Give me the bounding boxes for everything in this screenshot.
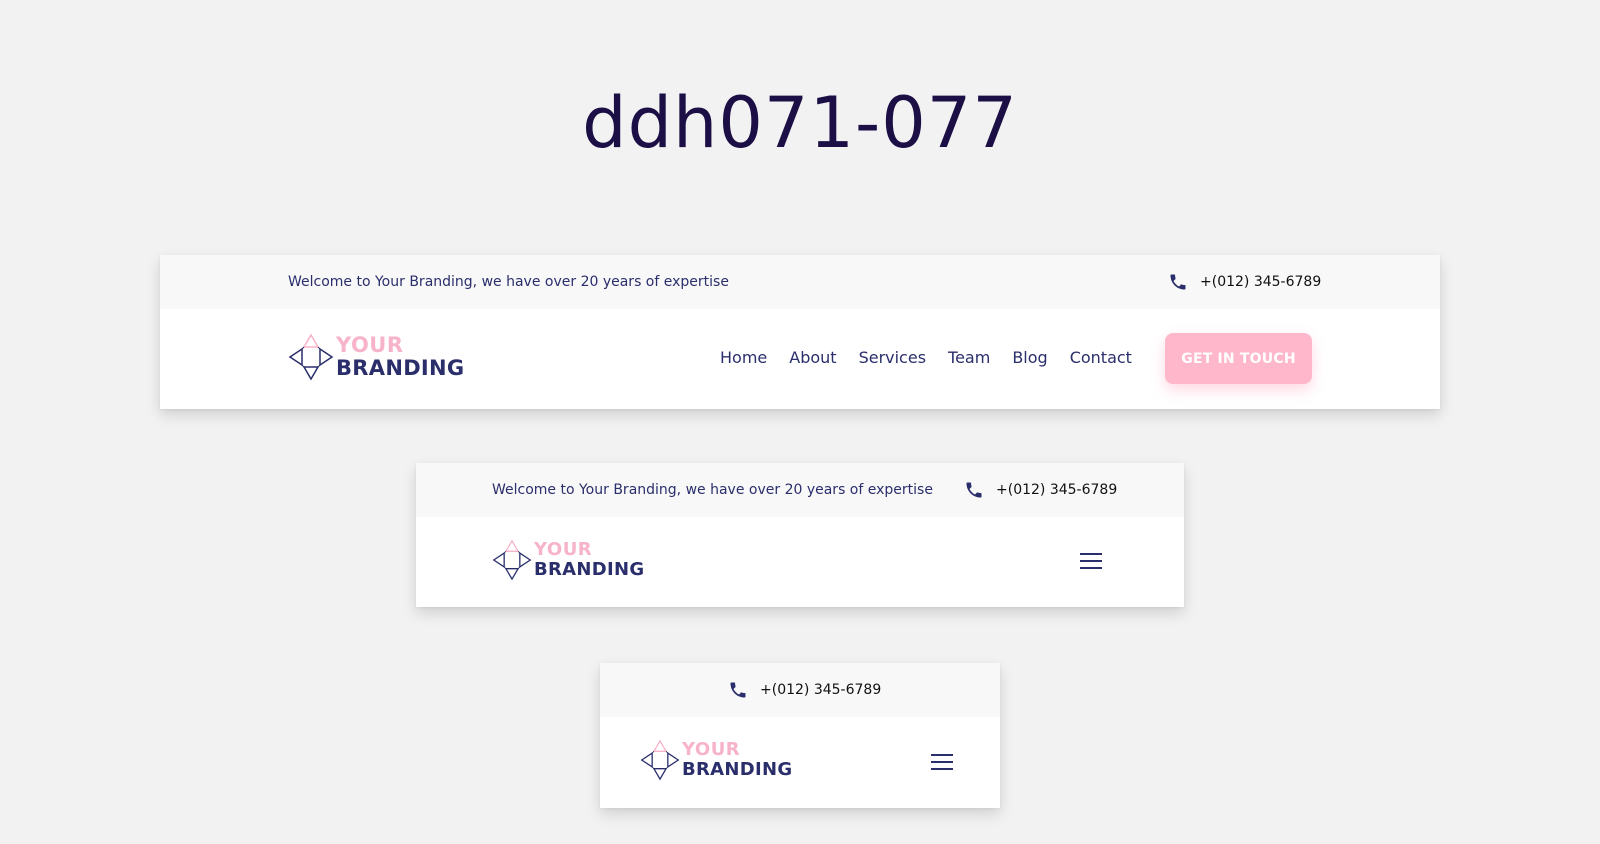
- desktop-header: Welcome to Your Branding, we have over 2…: [160, 255, 1440, 409]
- logo-your: YOUR: [682, 739, 741, 760]
- phone-icon: [728, 680, 748, 700]
- brand-logo[interactable]: YOUR BRANDING: [288, 333, 464, 381]
- hamburger-menu-icon[interactable]: [1080, 553, 1102, 569]
- logo-branding: BRANDING: [534, 559, 645, 580]
- brand-logo[interactable]: YOUR BRANDING: [640, 739, 792, 781]
- desktop-mainbar: YOUR BRANDING Home About Services Team B…: [160, 309, 1440, 409]
- logo-diamond-icon: [492, 539, 532, 581]
- hamburger-menu-icon[interactable]: [931, 754, 953, 770]
- mobile-topbar: +(012) 345-6789: [600, 663, 1000, 717]
- phone-contact[interactable]: +(012) 345-6789: [1168, 255, 1321, 309]
- logo-diamond-icon: [640, 739, 680, 781]
- nav-about[interactable]: About: [789, 348, 836, 367]
- main-nav: Home About Services Team Blog Contact: [720, 348, 1132, 367]
- nav-services[interactable]: Services: [859, 348, 926, 367]
- phone-number: +(012) 345-6789: [760, 682, 882, 698]
- tablet-header: Welcome to Your Branding, we have over 2…: [416, 463, 1184, 607]
- get-in-touch-button[interactable]: GET IN TOUCH: [1165, 333, 1312, 384]
- phone-icon: [964, 480, 984, 500]
- mobile-header: +(012) 345-6789 YOUR BRANDING: [600, 663, 1000, 808]
- phone-contact[interactable]: +(012) 345-6789: [728, 663, 881, 717]
- nav-team[interactable]: Team: [948, 348, 990, 367]
- page-title: ddh071-077: [582, 82, 1018, 164]
- brand-logo[interactable]: YOUR BRANDING: [492, 539, 644, 581]
- nav-contact[interactable]: Contact: [1070, 348, 1132, 367]
- logo-text: YOUR BRANDING: [534, 541, 644, 579]
- logo-diamond-icon: [288, 333, 334, 381]
- logo-text: YOUR BRANDING: [336, 335, 464, 379]
- logo-your: YOUR: [534, 539, 593, 560]
- logo-your: YOUR: [336, 333, 404, 357]
- phone-icon: [1168, 272, 1188, 292]
- tablet-mainbar: YOUR BRANDING: [416, 517, 1184, 607]
- logo-branding: BRANDING: [682, 759, 793, 780]
- welcome-text: Welcome to Your Branding, we have over 2…: [492, 482, 933, 498]
- mobile-mainbar: YOUR BRANDING: [600, 717, 1000, 808]
- logo-branding: BRANDING: [336, 356, 465, 380]
- desktop-topbar: Welcome to Your Branding, we have over 2…: [160, 255, 1440, 309]
- phone-number: +(012) 345-6789: [1200, 274, 1322, 290]
- logo-text: YOUR BRANDING: [682, 741, 792, 779]
- tablet-topbar: Welcome to Your Branding, we have over 2…: [416, 463, 1184, 517]
- phone-contact[interactable]: +(012) 345-6789: [964, 463, 1117, 517]
- nav-blog[interactable]: Blog: [1012, 348, 1047, 367]
- welcome-text: Welcome to Your Branding, we have over 2…: [288, 274, 729, 290]
- phone-number: +(012) 345-6789: [996, 482, 1118, 498]
- nav-home[interactable]: Home: [720, 348, 767, 367]
